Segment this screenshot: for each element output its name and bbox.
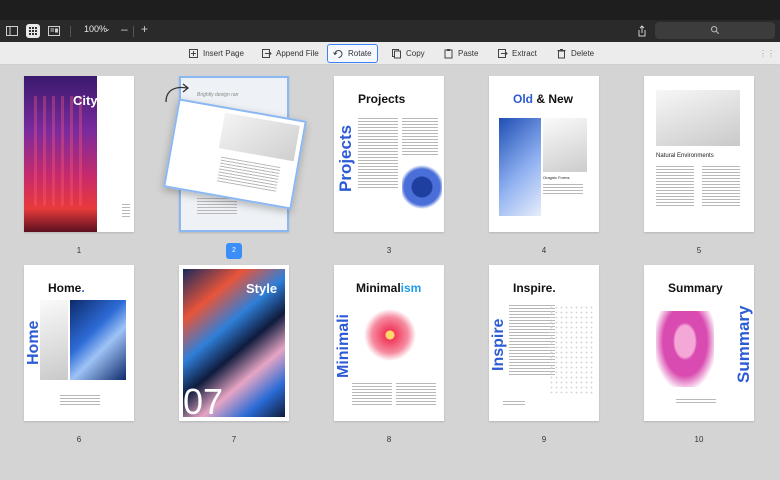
flower-image	[364, 309, 416, 361]
page-big-number: 07	[183, 381, 224, 421]
page-title: Projects	[358, 92, 406, 106]
page-text-lines	[197, 198, 237, 214]
page-text-lines	[676, 399, 716, 404]
page-title: Brightly design ran	[197, 92, 239, 98]
page-thumbnail-5[interactable]: Natural Environments	[644, 76, 754, 232]
page-number: 6	[76, 435, 82, 444]
architecture-photo	[40, 300, 68, 380]
page-thumbnail-6[interactable]: Home. Home	[24, 265, 134, 421]
orchid-image	[656, 311, 714, 387]
page-title: Style	[246, 281, 278, 296]
page-title: Inspire.	[513, 281, 556, 295]
toolbar-divider	[133, 26, 134, 37]
page-side-title: Inspire	[490, 318, 507, 371]
flower-image	[402, 162, 442, 212]
page-thumbnail-3[interactable]: Projects Projects	[334, 76, 444, 232]
page-thumbnail-1[interactable]: Cityscape	[24, 76, 134, 232]
landscape-photo	[656, 90, 740, 146]
copy-label: Copy	[406, 49, 425, 58]
page-thumbnail-8[interactable]: Minimalism Minimali	[334, 265, 444, 421]
abstract-blue-photo	[70, 300, 126, 380]
insert-page-icon	[189, 49, 198, 58]
grid-view-icon[interactable]	[26, 24, 40, 38]
append-file-button[interactable]: Append File	[256, 44, 324, 63]
page-number: 8	[386, 435, 392, 444]
trash-icon	[557, 49, 566, 59]
page-text-lines	[216, 156, 281, 193]
page-text-lines	[60, 395, 100, 407]
search-icon	[710, 25, 720, 35]
single-page-view-icon[interactable]	[47, 24, 61, 38]
page-number: 4	[541, 246, 547, 255]
top-bar: 100% ⌄ – +	[0, 20, 780, 42]
rotate-button[interactable]: Rotate	[327, 44, 378, 63]
page-text-lines	[396, 383, 436, 407]
page-thumbnail-10[interactable]: Summary Summary	[644, 265, 754, 421]
page-title: Natural Environments	[656, 153, 714, 159]
shapes-photo	[543, 118, 587, 172]
dot-pattern	[549, 305, 593, 395]
search-input[interactable]	[655, 22, 775, 39]
page-title: Summary	[668, 281, 723, 295]
window-titlebar	[0, 0, 780, 20]
rotate-icon	[333, 50, 343, 58]
append-file-label: Append File	[276, 49, 319, 58]
page-side-title: Summary	[734, 305, 753, 383]
page-text-lines	[503, 401, 525, 407]
page-text-lines	[543, 184, 583, 196]
paste-button[interactable]: Paste	[438, 44, 483, 63]
page-title: Cityscape	[73, 93, 134, 108]
rotate-label: Rotate	[348, 49, 372, 58]
drag-arrow-icon	[165, 83, 190, 103]
page-text-lines	[122, 204, 130, 218]
sidebar-toggle-icon[interactable]	[5, 24, 19, 38]
page-number: 1	[76, 246, 82, 255]
page-caption: Oragnic Forms	[543, 175, 570, 180]
page-number-selected: 2	[226, 243, 242, 259]
page-text-lines	[702, 166, 740, 206]
page-side-title: Projects	[336, 124, 355, 192]
share-icon[interactable]	[635, 24, 649, 38]
page-text-lines	[656, 166, 694, 206]
page-number: 7	[231, 435, 237, 444]
page-thumbnail-7[interactable]: Style 07	[179, 265, 289, 421]
paste-label: Paste	[458, 49, 479, 58]
architecture-photo	[499, 118, 541, 216]
delete-button[interactable]: Delete	[551, 44, 599, 63]
page-number: 10	[694, 435, 704, 444]
toolbar-grip-icon[interactable]: ⋮⋮	[759, 49, 775, 58]
extract-button[interactable]: Extract	[492, 44, 542, 63]
page-thumbnail-4[interactable]: Old & New Oragnic Forms	[489, 76, 599, 232]
zoom-chevron-down-icon[interactable]: ⌄	[104, 24, 111, 33]
page-title: Old & New	[513, 92, 574, 106]
page-text-lines	[358, 118, 398, 188]
page-side-title: Minimali	[335, 313, 352, 378]
delete-label: Delete	[571, 49, 595, 58]
page-title: Home.	[48, 281, 85, 295]
extract-label: Extract	[512, 49, 537, 58]
page-text-lines	[352, 383, 392, 407]
page-thumbnail-9[interactable]: Inspire. Inspire	[489, 265, 599, 421]
insert-page-button[interactable]: Insert Page	[183, 44, 249, 63]
insert-page-label: Insert Page	[203, 49, 244, 58]
append-file-icon	[262, 49, 272, 58]
zoom-out-button[interactable]: –	[121, 22, 128, 36]
page-title: Minimalism	[356, 281, 422, 295]
copy-button[interactable]: Copy	[386, 44, 430, 63]
page-edit-toolbar: Insert Page Append File Rotate Copy Past…	[0, 42, 780, 65]
page-number: 5	[696, 246, 702, 255]
page-number: 3	[386, 246, 392, 255]
paste-icon	[444, 49, 453, 59]
extract-icon	[498, 49, 508, 58]
toolbar-divider	[70, 26, 71, 37]
page-image	[218, 112, 300, 162]
zoom-in-button[interactable]: +	[141, 22, 148, 36]
page-text-lines	[402, 118, 438, 156]
page-number: 9	[541, 435, 547, 444]
copy-icon	[392, 49, 401, 59]
